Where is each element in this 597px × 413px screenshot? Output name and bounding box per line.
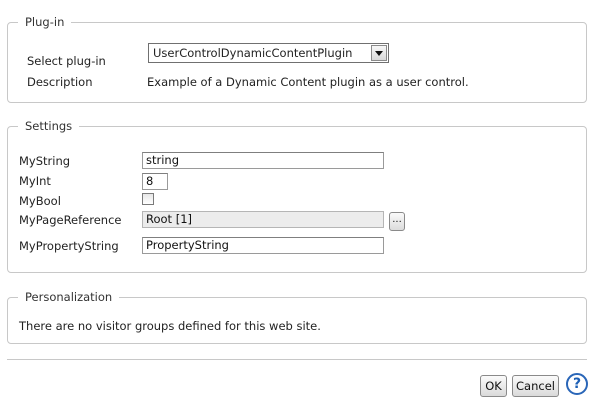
settings-fieldset: Settings MyString string MyInt 8 MyBool … xyxy=(7,119,587,273)
plugin-select[interactable]: UserControlDynamicContentPlugin xyxy=(148,43,389,63)
mypropertystring-label: MyPropertyString xyxy=(19,239,119,253)
description-text: Example of a Dynamic Content plugin as a… xyxy=(147,75,469,89)
footer-divider xyxy=(7,359,587,360)
mybool-label: MyBool xyxy=(19,194,61,208)
description-label: Description xyxy=(27,75,93,89)
help-icon[interactable]: ? xyxy=(566,373,588,395)
settings-legend: Settings xyxy=(18,119,80,133)
mypagereference-label: MyPageReference xyxy=(19,213,122,227)
mystring-label: MyString xyxy=(19,154,71,168)
plugin-fieldset: Plug-in Select plug-in UserControlDynami… xyxy=(7,15,587,103)
myint-input[interactable]: 8 xyxy=(142,173,168,190)
visitor-groups-message: There are no visitor groups defined for … xyxy=(19,319,321,333)
plugin-legend: Plug-in xyxy=(18,15,72,29)
mypropertystring-input[interactable]: PropertyString xyxy=(142,237,384,254)
browse-page-button[interactable]: ... xyxy=(389,212,405,231)
plugin-select-value: UserControlDynamicContentPlugin xyxy=(153,46,353,60)
ok-button[interactable]: OK xyxy=(480,375,507,397)
myint-label: MyInt xyxy=(19,174,51,188)
mybool-checkbox[interactable] xyxy=(142,193,154,205)
mypagereference-input: Root [1] xyxy=(142,211,384,228)
select-plugin-label: Select plug-in xyxy=(27,54,106,68)
mystring-input[interactable]: string xyxy=(142,152,384,169)
chevron-down-icon[interactable] xyxy=(371,45,387,61)
cancel-button[interactable]: Cancel xyxy=(512,375,559,397)
personalization-legend: Personalization xyxy=(18,290,120,304)
personalization-fieldset: Personalization There are no visitor gro… xyxy=(7,290,587,344)
